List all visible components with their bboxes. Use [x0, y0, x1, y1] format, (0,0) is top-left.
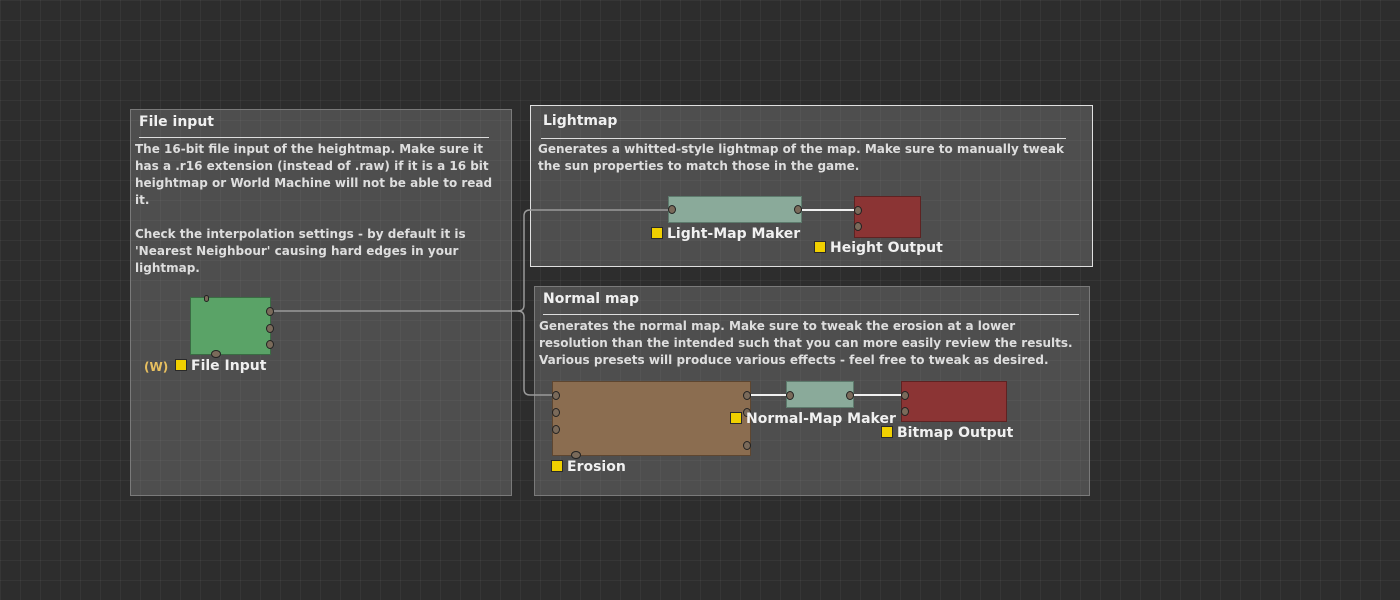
world-file-badge: (W) — [144, 360, 169, 374]
file-input-node[interactable] — [190, 295, 274, 358]
input-port[interactable] — [854, 206, 862, 215]
selection-marker-icon — [730, 412, 742, 424]
node-label-text: Light-Map Maker — [667, 226, 801, 242]
input-port[interactable] — [786, 391, 794, 400]
height-output-label[interactable]: Height Output — [814, 240, 943, 256]
node-label-text: Normal-Map Maker — [746, 411, 896, 427]
node-label-text: File Input — [191, 358, 267, 374]
wire-file-input-to-light-map-maker — [271, 209, 670, 312]
output-port[interactable] — [743, 441, 751, 450]
output-port[interactable] — [743, 391, 751, 400]
selection-marker-icon — [814, 241, 826, 253]
wire-file-input-to-erosion — [517, 310, 556, 396]
input-port[interactable] — [901, 407, 909, 416]
output-port[interactable] — [266, 324, 274, 333]
input-port[interactable] — [668, 205, 676, 214]
bitmap-output-node[interactable] — [901, 381, 1007, 422]
input-port[interactable] — [211, 350, 221, 358]
input-port[interactable] — [901, 391, 909, 400]
height-output-node[interactable] — [854, 196, 921, 238]
output-port[interactable] — [846, 391, 854, 400]
light-map-maker-label[interactable]: Light-Map Maker — [651, 226, 800, 242]
node-label-text: Bitmap Output — [897, 425, 1014, 441]
output-port[interactable] — [266, 307, 274, 316]
node-label-text: Erosion — [567, 459, 626, 475]
selection-marker-icon — [175, 359, 187, 371]
normal-map-maker-node[interactable] — [786, 381, 854, 408]
selection-marker-icon — [551, 460, 563, 472]
erosion-node[interactable] — [552, 381, 751, 459]
node-label-text: Height Output — [830, 240, 943, 256]
input-port[interactable] — [204, 295, 209, 302]
input-port[interactable] — [552, 425, 560, 434]
erosion-label[interactable]: Erosion — [551, 459, 626, 475]
normal-map-maker-label[interactable]: Normal-Map Maker — [730, 411, 896, 427]
light-map-maker-node[interactable] — [668, 196, 802, 223]
input-port[interactable] — [552, 391, 560, 400]
input-port[interactable] — [854, 222, 862, 231]
file-input-label[interactable]: File Input — [175, 358, 266, 374]
output-port[interactable] — [266, 340, 274, 349]
bitmap-output-label[interactable]: Bitmap Output — [881, 425, 1013, 441]
input-port[interactable] — [571, 451, 581, 459]
selection-marker-icon — [881, 426, 893, 438]
selection-marker-icon — [651, 227, 663, 239]
input-port[interactable] — [552, 408, 560, 417]
output-port[interactable] — [794, 205, 802, 214]
